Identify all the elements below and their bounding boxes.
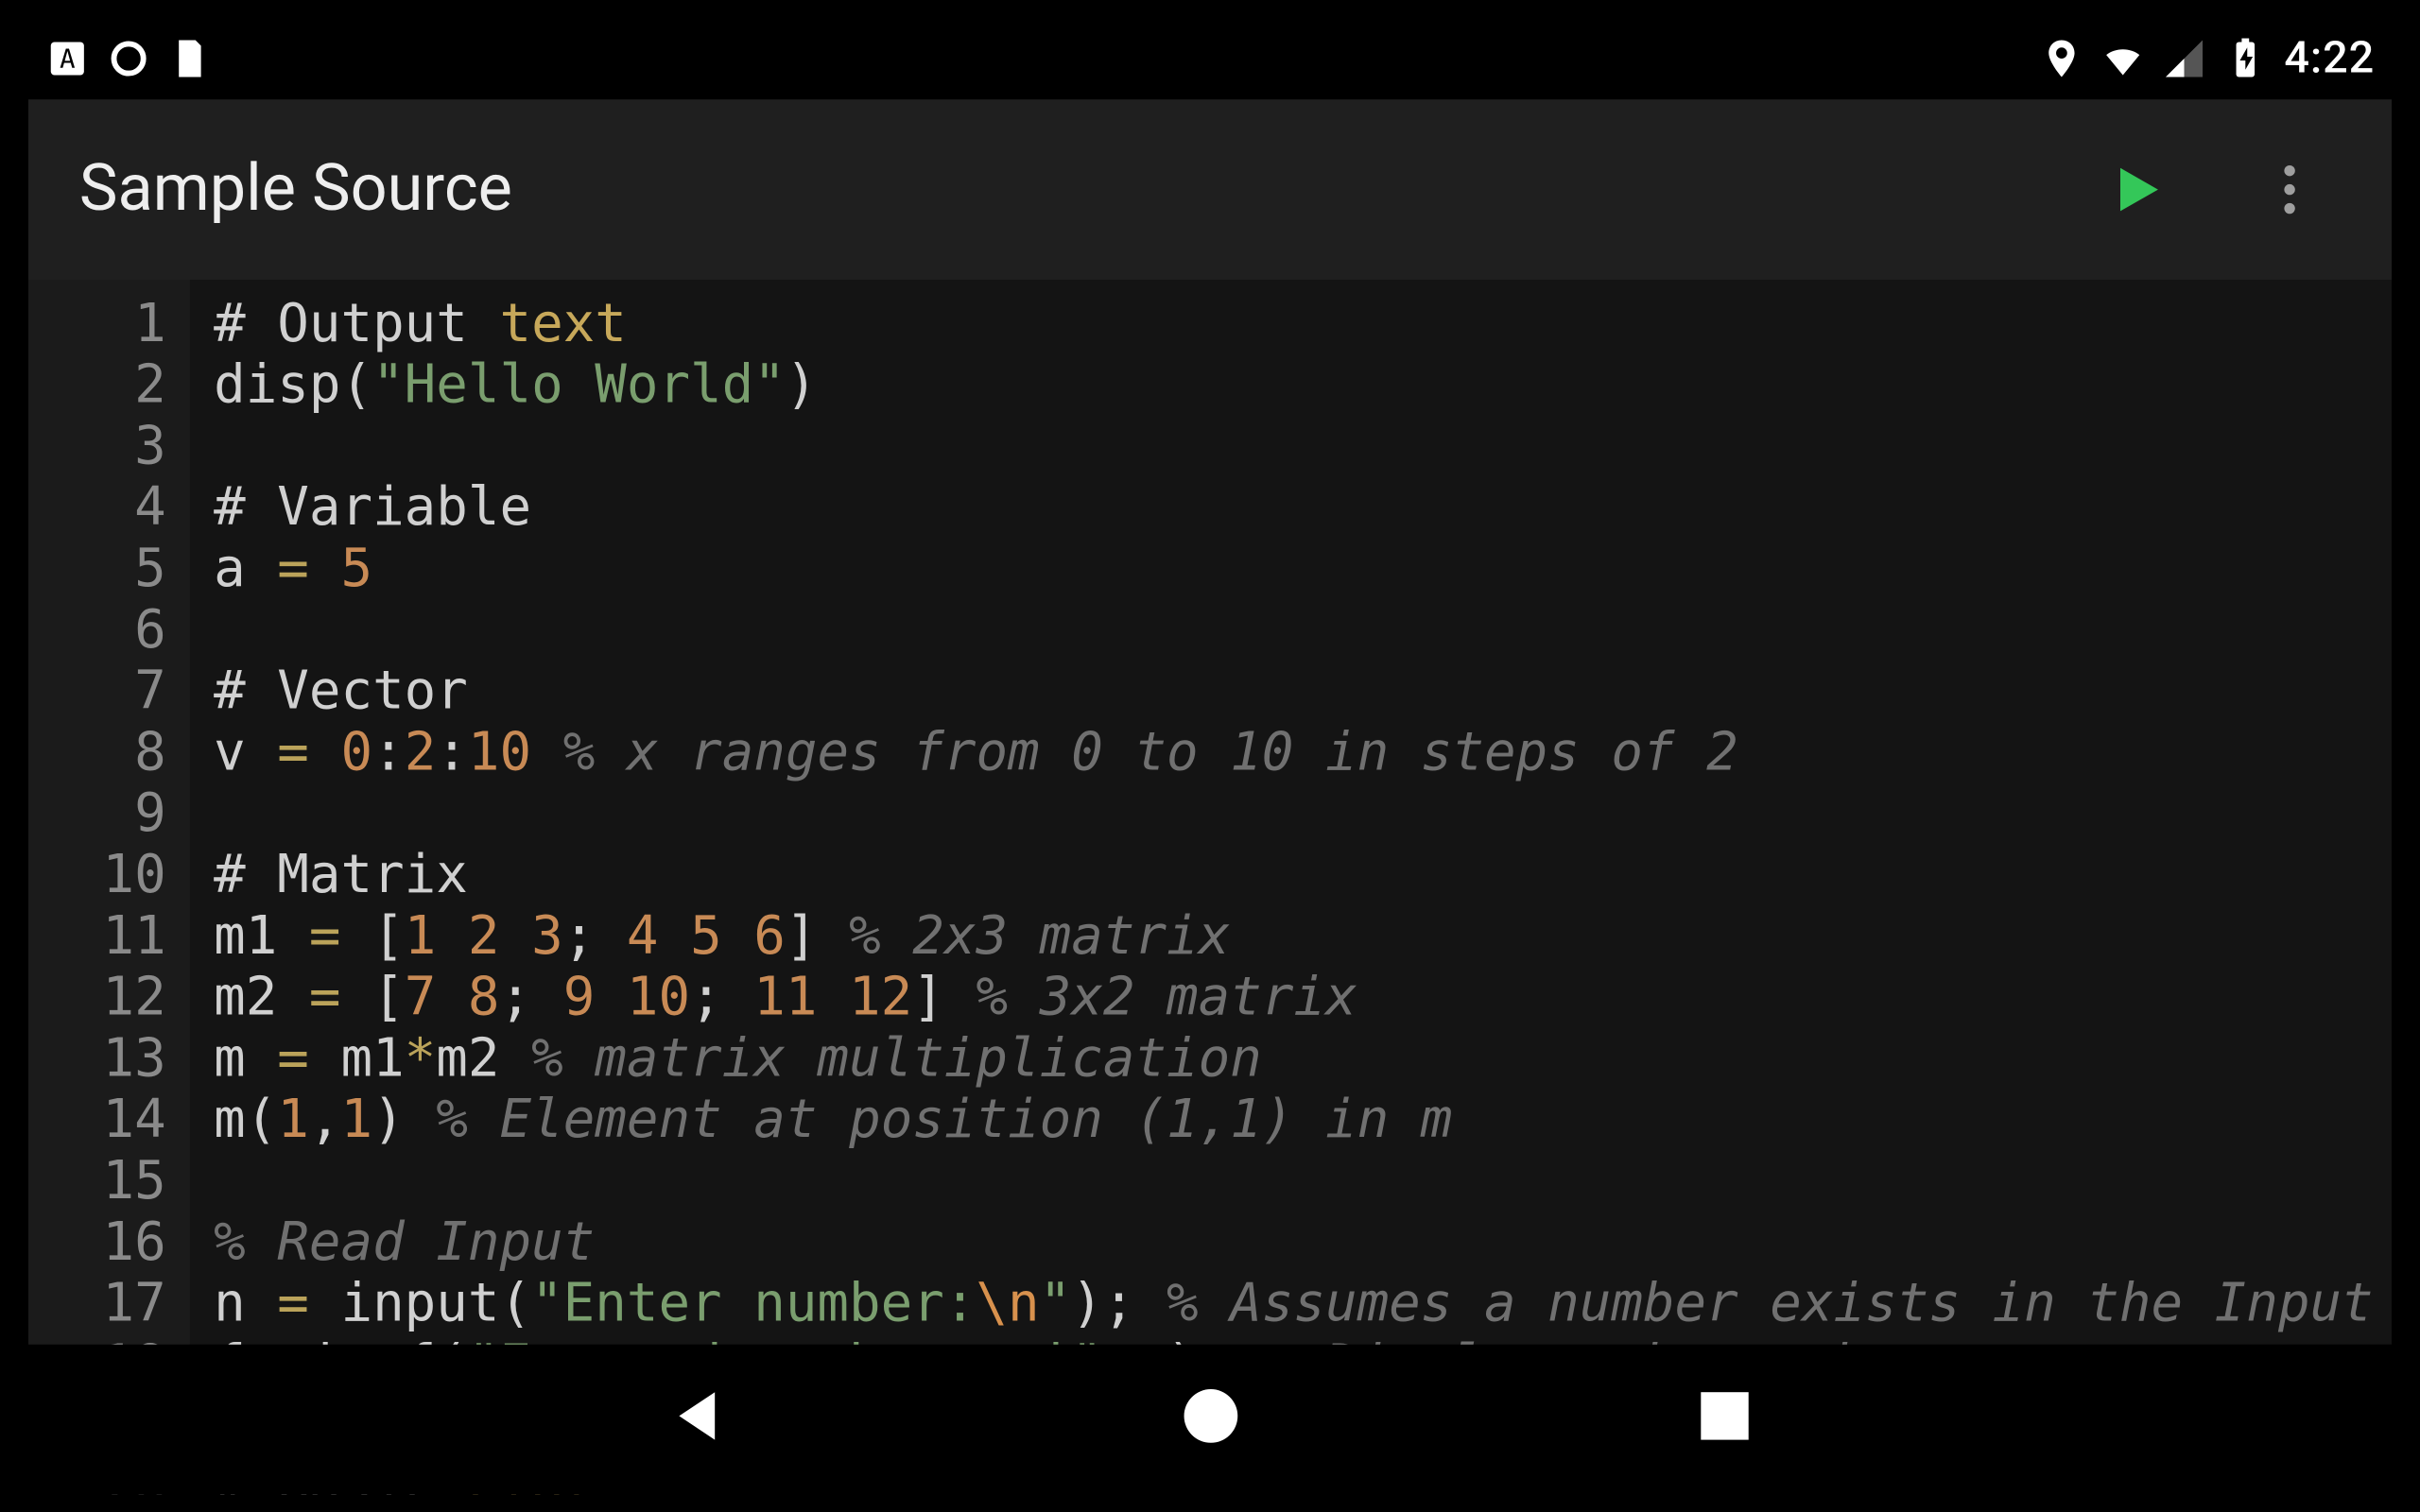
page-title: Sample Source — [79, 152, 512, 227]
code-line[interactable] — [214, 416, 2392, 477]
code-line[interactable]: m2 = [7 8; 9 10; 11 12] % 3x2 matrix — [214, 967, 2392, 1028]
home-button[interactable] — [1174, 1381, 1246, 1459]
triangle-back-icon — [661, 1381, 733, 1452]
wifi-icon — [2100, 37, 2145, 81]
code-line[interactable]: # Vector — [214, 661, 2392, 722]
run-button[interactable] — [2085, 139, 2187, 241]
code-editor[interactable]: 1234567891011121314151617181920212223242… — [28, 280, 2392, 1345]
code-line[interactable]: % Read Input — [214, 1211, 2392, 1273]
code-line[interactable]: # Output text — [214, 293, 2392, 354]
code-line[interactable]: # Variable — [214, 477, 2392, 539]
cell-signal-icon — [2162, 37, 2206, 81]
code-line[interactable]: v = 0:2:10 % x ranges from 0 to 10 in st… — [214, 722, 2392, 783]
line-number: 3 — [62, 416, 166, 477]
code-line[interactable]: a = 5 — [214, 539, 2392, 600]
more-vert-icon — [2257, 157, 2322, 221]
battery-charging-icon — [2223, 37, 2268, 81]
line-number: 10 — [62, 845, 166, 906]
line-number: 7 — [62, 661, 166, 722]
line-number-gutter: 1234567891011121314151617181920212223242… — [28, 280, 190, 1345]
status-bar-time: 4:22 — [2284, 33, 2375, 84]
code-line[interactable]: m1 = [1 2 3; 4 5 6] % 2x3 matrix — [214, 905, 2392, 967]
circle-home-icon — [1174, 1381, 1246, 1452]
recents-button[interactable] — [1688, 1381, 1760, 1459]
play-icon — [2104, 157, 2169, 221]
line-number: 12 — [62, 967, 166, 1028]
location-icon — [2039, 37, 2083, 81]
code-line[interactable]: disp("Hello World") — [214, 354, 2392, 416]
code-line[interactable]: # Matrix — [214, 845, 2392, 906]
line-number: 8 — [62, 722, 166, 783]
back-button[interactable] — [661, 1381, 733, 1459]
svg-text:A: A — [60, 45, 75, 75]
circle-icon — [107, 37, 151, 81]
code-line[interactable]: m(1,1) % Element at position (1,1) in m — [214, 1090, 2392, 1151]
line-number: 17 — [62, 1273, 166, 1334]
code-line[interactable] — [214, 1151, 2392, 1212]
sd-card-icon — [168, 37, 213, 81]
app-badge-icon: A — [45, 37, 90, 81]
app-bar-actions — [2085, 139, 2341, 241]
line-number: 11 — [62, 905, 166, 967]
square-recents-icon — [1688, 1381, 1760, 1452]
line-number: 15 — [62, 1151, 166, 1212]
code-line[interactable]: m = m1*m2 % matrix multiplication — [214, 1028, 2392, 1090]
status-bar: A 4:22 — [28, 18, 2392, 99]
line-number: 14 — [62, 1090, 166, 1151]
app-bar: Sample Source — [28, 99, 2392, 280]
line-number: 16 — [62, 1211, 166, 1273]
line-number: 1 — [62, 293, 166, 354]
line-number: 9 — [62, 783, 166, 845]
line-number: 13 — [62, 1028, 166, 1090]
code-area[interactable]: # Output textdisp("Hello World") # Variab… — [190, 280, 2392, 1345]
line-number: 2 — [62, 354, 166, 416]
line-number: 4 — [62, 477, 166, 539]
code-line[interactable] — [214, 783, 2392, 845]
status-bar-left: A — [45, 37, 212, 81]
line-number: 6 — [62, 599, 166, 661]
code-line[interactable]: n = input("Enter number:\n"); % Assumes … — [214, 1273, 2392, 1334]
status-bar-right: 4:22 — [2039, 33, 2375, 84]
more-button[interactable] — [2238, 139, 2341, 241]
android-nav-bar — [28, 1345, 2392, 1494]
line-number: 5 — [62, 539, 166, 600]
code-line[interactable] — [214, 599, 2392, 661]
